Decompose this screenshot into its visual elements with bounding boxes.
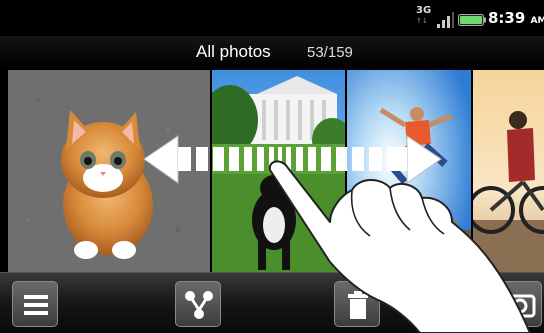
menu-button[interactable] xyxy=(12,281,58,327)
bottom-toolbar xyxy=(0,272,544,333)
delete-button[interactable] xyxy=(334,281,380,327)
signal-bars-icon xyxy=(437,12,454,28)
share-icon xyxy=(185,291,213,319)
camera-button[interactable] xyxy=(496,281,542,327)
status-bar: 3G ↑↓ 8:39 AM xyxy=(0,0,544,36)
battery-icon xyxy=(458,14,486,26)
page-title: All photos xyxy=(196,42,271,61)
photo-jumping-man[interactable] xyxy=(347,70,471,272)
photo-white-house[interactable] xyxy=(212,70,345,272)
gallery-header: All photos 53/159 xyxy=(0,36,544,70)
clock: 8:39 AM xyxy=(488,9,544,27)
share-button[interactable] xyxy=(175,281,221,327)
network-type: 3G ↑↓ xyxy=(416,5,432,26)
camera-icon xyxy=(504,294,536,318)
photo-strip[interactable] xyxy=(0,70,544,272)
photo-cyclist[interactable] xyxy=(473,70,544,272)
trash-icon xyxy=(348,291,368,319)
photo-counter: 53/159 xyxy=(307,44,353,61)
photo-kitten[interactable] xyxy=(8,70,210,272)
menu-icon xyxy=(24,295,48,315)
